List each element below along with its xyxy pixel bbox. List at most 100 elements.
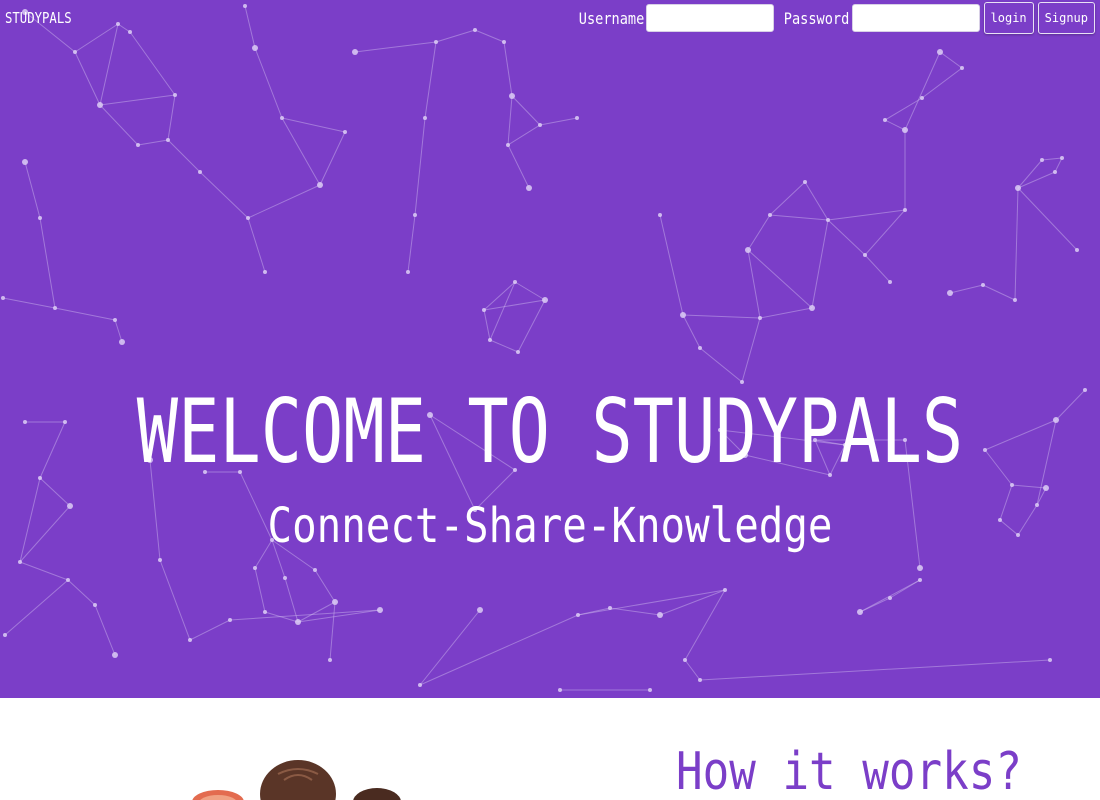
network-dot	[173, 93, 177, 97]
network-line	[741, 317, 761, 383]
network-line	[407, 214, 416, 273]
network-dot	[473, 28, 477, 32]
network-line	[244, 5, 256, 49]
network-dot	[698, 678, 702, 682]
network-dot	[883, 118, 887, 122]
network-line	[419, 614, 579, 686]
network-line	[1036, 419, 1057, 506]
network-dot	[418, 683, 422, 687]
login-button[interactable]: login	[983, 2, 1034, 34]
network-line	[4, 579, 69, 636]
network-line	[489, 339, 519, 353]
network-line	[99, 23, 119, 106]
brand-logo[interactable]: STUDYPALS	[5, 9, 72, 27]
network-line	[659, 589, 726, 616]
network-dot	[1, 296, 5, 300]
network-dot	[516, 350, 520, 354]
network-dot	[863, 253, 867, 257]
network-dot	[1015, 185, 1021, 191]
network-line	[1055, 389, 1086, 421]
network-dot	[477, 607, 483, 613]
network-line	[474, 29, 505, 43]
network-line	[74, 23, 119, 53]
network-line	[167, 139, 201, 173]
network-dot	[698, 346, 702, 350]
network-line	[19, 477, 41, 563]
network-line	[949, 284, 984, 294]
network-dot	[93, 603, 97, 607]
network-dot	[917, 565, 923, 571]
network-dot	[888, 596, 892, 600]
network-line	[117, 23, 131, 33]
network-line	[54, 307, 116, 321]
network-line	[329, 601, 336, 661]
people-illustration	[192, 760, 401, 800]
network-dot	[246, 216, 250, 220]
network-line	[39, 217, 56, 309]
network-line	[884, 97, 923, 121]
network-line	[699, 659, 1051, 681]
network-line	[699, 347, 743, 383]
network-dot	[253, 566, 257, 570]
network-dot	[1010, 483, 1014, 487]
network-line	[39, 477, 71, 507]
network-dot	[158, 558, 162, 562]
signup-button[interactable]: Signup	[1037, 2, 1095, 34]
network-dot	[981, 283, 985, 287]
network-line	[939, 51, 963, 69]
network-dot	[488, 338, 492, 342]
network-dot	[328, 658, 332, 662]
network-dot	[263, 270, 267, 274]
network-dot	[252, 45, 258, 51]
network-line	[129, 31, 176, 96]
network-dot	[113, 318, 117, 322]
network-dot	[1013, 298, 1017, 302]
network-line	[511, 95, 541, 126]
network-line	[984, 419, 1057, 451]
network-dot	[198, 170, 202, 174]
network-dot	[680, 312, 686, 318]
network-dot	[406, 270, 410, 274]
username-input[interactable]	[646, 4, 775, 32]
network-line	[904, 51, 941, 131]
how-it-works-title: How it works?	[676, 742, 1022, 800]
network-line	[759, 307, 813, 319]
network-line	[659, 214, 684, 316]
network-line	[577, 589, 726, 616]
network-dot	[1053, 417, 1059, 423]
network-line	[507, 144, 530, 189]
network-line	[684, 589, 726, 661]
network-line	[864, 254, 891, 283]
network-dot	[723, 588, 727, 592]
network-dot	[119, 339, 125, 345]
network-dot	[768, 213, 772, 217]
network-dot	[1043, 485, 1049, 491]
network-dot	[1040, 158, 1044, 162]
network-line	[1041, 157, 1063, 161]
person-head-right	[353, 788, 401, 800]
network-dot	[888, 280, 892, 284]
network-line	[864, 209, 906, 256]
network-dot	[228, 618, 232, 622]
network-line	[747, 249, 761, 319]
network-line	[167, 94, 176, 141]
password-input[interactable]	[851, 4, 980, 32]
person-head-center	[260, 760, 336, 800]
network-dot	[803, 180, 807, 184]
network-line	[254, 567, 266, 613]
network-dot	[23, 420, 27, 424]
network-line	[281, 117, 346, 133]
login-form: Username Password login Signup	[573, 2, 1095, 34]
network-line	[94, 604, 116, 656]
network-dot	[502, 40, 506, 44]
network-dot	[1035, 503, 1039, 507]
network-dot	[1048, 658, 1052, 662]
network-line	[827, 219, 866, 256]
network-dot	[280, 116, 284, 120]
username-label: Username	[579, 8, 645, 28]
network-dot	[575, 116, 579, 120]
network-line	[74, 51, 101, 106]
network-line	[1017, 187, 1078, 251]
network-dot	[343, 130, 347, 134]
network-dot	[38, 216, 42, 220]
